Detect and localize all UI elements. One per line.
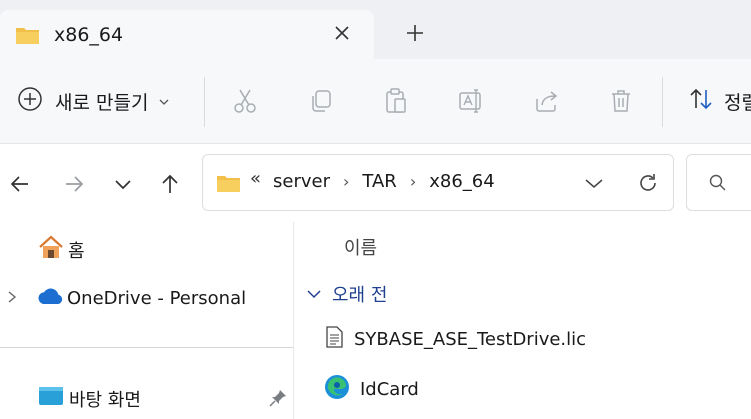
search-input[interactable] [686, 154, 751, 211]
up-arrow-icon[interactable] [158, 172, 182, 196]
group-header[interactable]: 오래 전 [306, 281, 387, 307]
sidebar-item-label: OneDrive - Personal [67, 288, 247, 309]
file-name: IdCard [360, 379, 419, 400]
sort-button-label: 정렬 [724, 91, 751, 114]
breadcrumb-item[interactable]: x86_64 [429, 171, 494, 192]
close-icon[interactable] [331, 22, 353, 44]
group-label: 오래 전 [332, 285, 388, 306]
chevron-down-icon[interactable] [111, 172, 135, 196]
breadcrumb: server › TAR › x86_64 [273, 171, 495, 192]
delete-icon[interactable] [607, 87, 635, 115]
text-file-icon [324, 326, 344, 353]
search-icon [709, 174, 727, 196]
rename-icon[interactable] [457, 87, 485, 115]
new-button-label: 새로 만들기 [55, 91, 149, 114]
plus-icon[interactable] [404, 22, 426, 44]
command-bar: 새로 만들기 정렬 [0, 59, 751, 144]
sidebar-item-label: 바탕 화면 [69, 389, 141, 411]
forward-arrow-icon[interactable] [62, 172, 86, 196]
toolbar-divider [662, 77, 663, 127]
chevron-right-icon[interactable]: › [410, 172, 416, 191]
folder-icon [15, 24, 41, 50]
new-button[interactable]: 새로 만들기 [17, 86, 170, 116]
sidebar-item-home[interactable]: 홈 [38, 235, 85, 264]
chevron-right-icon[interactable]: › [343, 172, 349, 191]
tab-strip: x86_64 [0, 0, 751, 59]
copy-icon[interactable] [307, 87, 335, 115]
chevron-down-icon [158, 92, 170, 111]
chevron-down-icon[interactable] [583, 172, 605, 194]
sort-button[interactable]: 정렬 [688, 86, 751, 116]
file-list: 이름 오래 전 SYBASE_ASE_TestDrive.lic IdCard [294, 222, 751, 419]
chevron-down-icon [306, 284, 322, 305]
toolbar-divider [204, 77, 205, 127]
chevron-right-icon[interactable] [6, 288, 18, 309]
address-bar[interactable]: « server › TAR › x86_64 [202, 154, 674, 211]
breadcrumb-item[interactable]: TAR [362, 171, 396, 192]
list-item[interactable]: SYBASE_ASE_TestDrive.lic [324, 326, 586, 353]
onedrive-icon [36, 287, 64, 310]
file-name: SYBASE_ASE_TestDrive.lic [354, 329, 587, 350]
share-icon[interactable] [533, 87, 561, 115]
edge-icon [324, 374, 350, 405]
list-item[interactable]: IdCard [324, 374, 419, 405]
sidebar-item-onedrive[interactable]: OneDrive - Personal [6, 287, 246, 310]
refresh-icon[interactable] [636, 171, 660, 195]
divider [0, 347, 293, 348]
add-circle-icon [17, 86, 43, 116]
tab-x86-64[interactable]: x86_64 [0, 10, 374, 59]
tab-title: x86_64 [54, 24, 124, 46]
sort-icon [688, 86, 714, 116]
paste-icon[interactable] [382, 87, 410, 115]
pin-icon[interactable] [269, 389, 287, 411]
sidebar-item-desktop[interactable]: 바탕 화면 [38, 385, 141, 412]
folder-icon [216, 172, 242, 198]
cut-icon[interactable] [231, 87, 259, 115]
back-arrow-icon[interactable] [8, 172, 32, 196]
sidebar-item-label: 홈 [68, 240, 85, 262]
column-header-name[interactable]: 이름 [344, 234, 377, 260]
home-icon [38, 235, 64, 264]
breadcrumb-item[interactable]: server [273, 171, 330, 192]
desktop-icon [38, 385, 64, 412]
breadcrumb-overflow[interactable]: « [250, 168, 261, 189]
navigation-pane: 홈 OneDrive - Personal 바탕 화면 [0, 222, 293, 419]
navigation-row: « server › TAR › x86_64 [0, 144, 751, 222]
